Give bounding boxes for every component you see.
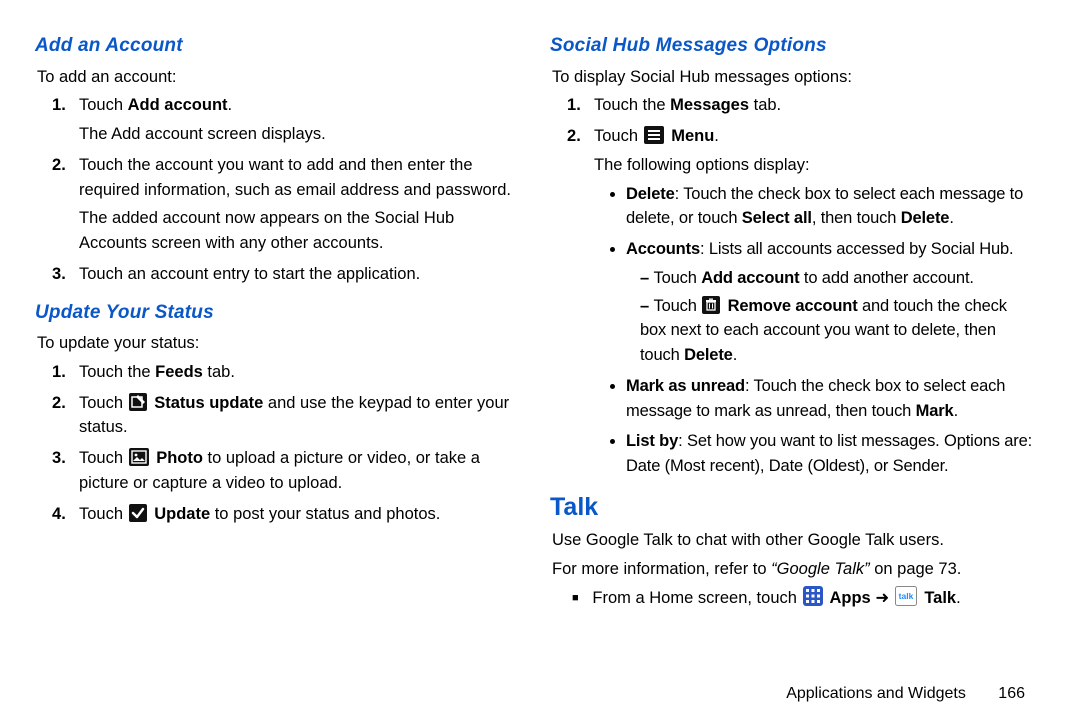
opt-mark-unread: Mark as unread: Touch the check box to s…	[626, 374, 1035, 424]
menu-options: Delete: Touch the check box to select ea…	[626, 182, 1035, 479]
trash-icon	[702, 296, 720, 314]
chapter-name: Applications and Widgets	[786, 685, 966, 702]
square-bullet-icon: ■	[572, 592, 579, 604]
social-intro: To display Social Hub messages options:	[552, 65, 1035, 90]
checkmark-icon	[129, 504, 147, 522]
right-column: Social Hub Messages Options To display S…	[540, 20, 1045, 690]
talk-step: ■ From a Home screen, touch Apps ➜ talk …	[572, 586, 1035, 611]
heading-talk: Talk	[550, 489, 1035, 527]
add-account-steps: Touch Add account. The Add account scree…	[55, 93, 515, 286]
menu-icon	[644, 126, 664, 144]
opt-list-by: List by: Set how you want to list messag…	[626, 429, 1035, 479]
add-step-1: Touch Add account. The Add account scree…	[75, 93, 515, 147]
left-column: Add an Account To add an account: Touch …	[35, 20, 540, 690]
upd-step-1: Touch the Feeds tab.	[75, 360, 515, 385]
talk-p1: Use Google Talk to chat with other Googl…	[552, 528, 1035, 553]
upd-step-2: Touch Status update and use the keypad t…	[75, 391, 515, 441]
page-footer: Applications and Widgets 166	[786, 682, 1025, 706]
status-update-icon	[129, 393, 147, 411]
sub-remove-account: Touch Remove account and touch the check…	[640, 294, 1035, 368]
heading-social-hub: Social Hub Messages Options	[550, 32, 1035, 61]
talk-p2: For more information, refer to “Google T…	[552, 557, 1035, 582]
add-step-3: Touch an account entry to start the appl…	[75, 262, 515, 287]
soc-step-2: Touch Menu. The following options displa…	[590, 124, 1035, 479]
sub-add-account: Touch Add account to add another account…	[640, 266, 1035, 291]
update-intro: To update your status:	[37, 331, 515, 356]
heading-add-account: Add an Account	[35, 32, 515, 61]
soc-step-1: Touch the Messages tab.	[590, 93, 1035, 118]
photo-icon	[129, 448, 149, 466]
opt-delete: Delete: Touch the check box to select ea…	[626, 182, 1035, 232]
add-step-2: Touch the account you want to add and th…	[75, 153, 515, 256]
svg-text:talk: talk	[898, 591, 913, 601]
accounts-subitems: Touch Add account to add another account…	[640, 266, 1035, 368]
page-number: 166	[998, 682, 1025, 706]
add-intro: To add an account:	[37, 65, 515, 90]
update-status-steps: Touch the Feeds tab. Touch Status update…	[55, 360, 515, 527]
upd-step-4: Touch Update to post your status and pho…	[75, 502, 515, 527]
opt-accounts: Accounts: Lists all accounts accessed by…	[626, 237, 1035, 368]
heading-update-status: Update Your Status	[35, 299, 515, 328]
social-hub-steps: Touch the Messages tab. Touch Menu. The …	[570, 93, 1035, 479]
talk-app-icon: talk	[895, 586, 917, 606]
apps-grid-icon	[803, 586, 823, 606]
upd-step-3: Touch Photo to upload a picture or video…	[75, 446, 515, 496]
